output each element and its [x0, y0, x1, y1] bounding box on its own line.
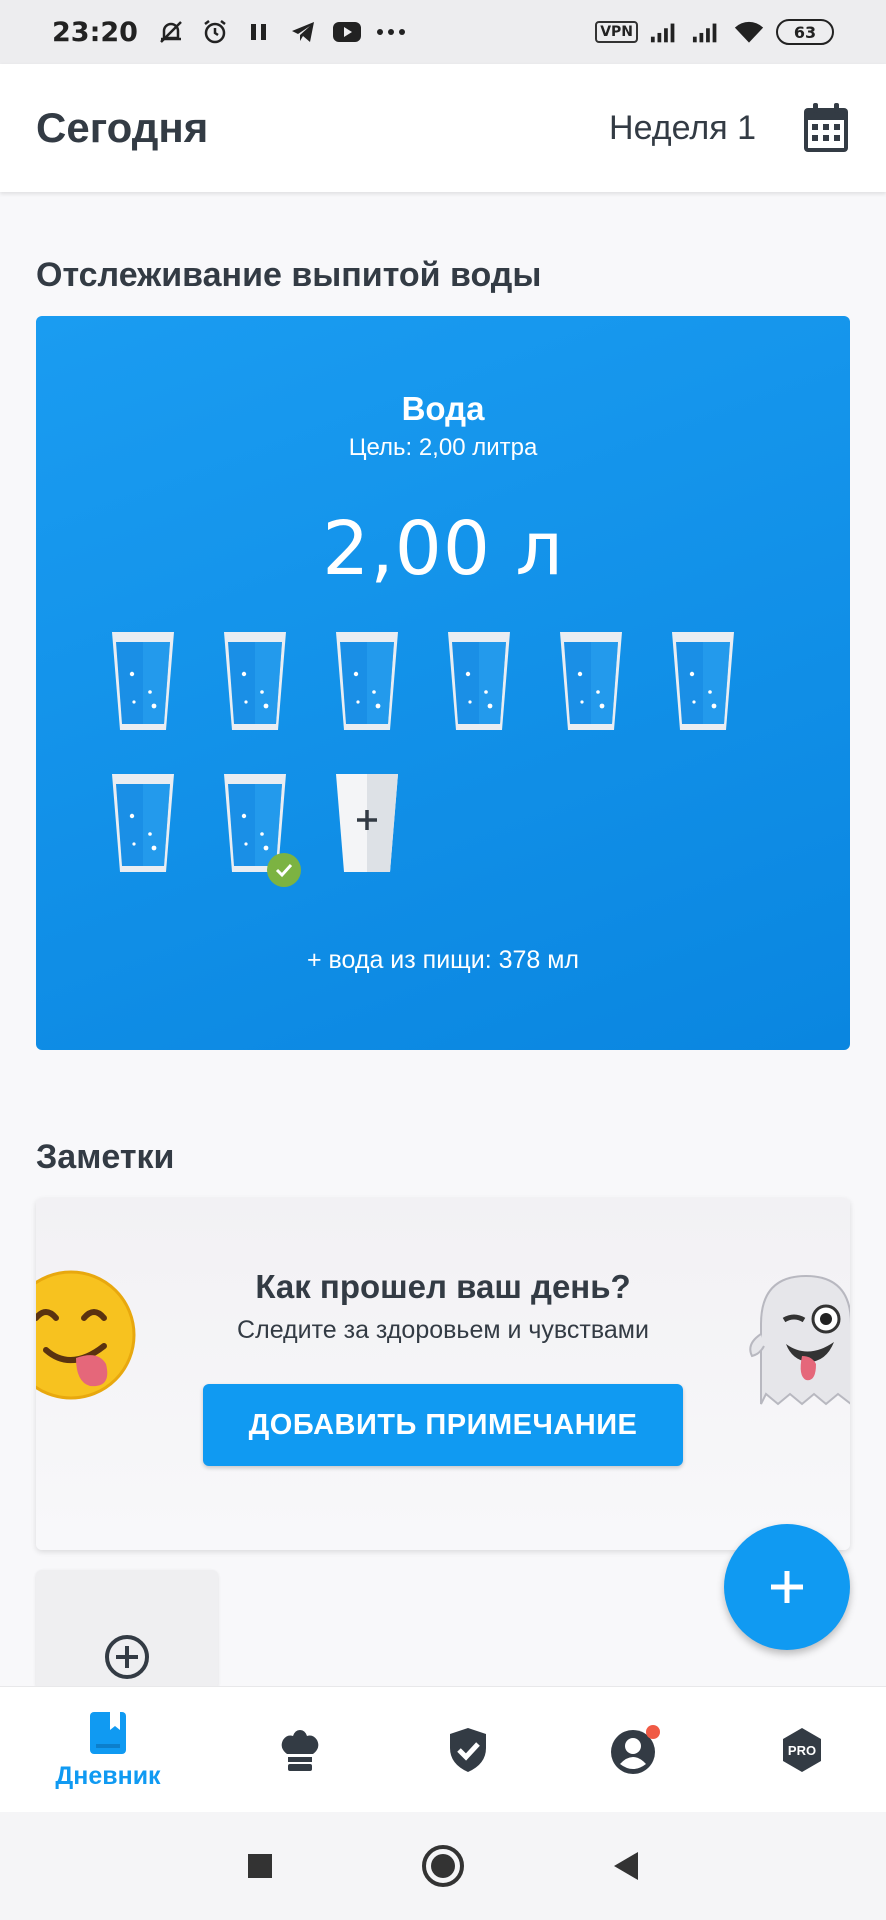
alarm-icon [200, 17, 230, 47]
water-glass-filled[interactable] [334, 630, 400, 732]
water-glass-filled[interactable] [110, 772, 176, 874]
week-selector[interactable]: Неделя 1 [609, 109, 756, 148]
system-nav-bar [0, 1812, 886, 1920]
nav-pro[interactable]: PRO [732, 1687, 872, 1813]
add-note-button[interactable]: ДОБАВИТЬ ПРИМЕЧАНИЕ [203, 1384, 683, 1466]
water-section-title: Отслеживание выпитой воды [36, 256, 542, 294]
food-water-text: + вода из пищи: 378 мл [306, 946, 580, 974]
nav-recipes[interactable] [230, 1687, 370, 1813]
nav-diary[interactable]: Дневник [38, 1687, 178, 1813]
water-tracker-card: Вода Цель: 2,00 литра 2,00 л + вода из п… [36, 316, 850, 1050]
calendar-icon[interactable] [802, 102, 850, 154]
telegram-icon [288, 17, 318, 47]
battery-indicator: 63 [776, 19, 834, 45]
water-amount: 2,00 л [322, 506, 564, 592]
notes-prompt-subtitle: Следите за здоровьем и чувствами [237, 1316, 649, 1344]
app-header: Сегодня Неделя 1 [0, 64, 886, 192]
chef-hat-icon [281, 1730, 319, 1771]
pause-icon [244, 17, 274, 47]
page-title: Сегодня [36, 104, 209, 151]
add-circle-icon [104, 1634, 150, 1680]
wifi-icon [734, 17, 764, 47]
recents-square-icon[interactable] [236, 1842, 284, 1890]
pro-icon: PRO [783, 1728, 821, 1772]
more-notifications-icon [376, 17, 406, 47]
diary-icon [90, 1711, 126, 1754]
water-goal: Цель: 2,00 литра [348, 434, 538, 461]
signal-icon-2 [692, 17, 722, 47]
signal-icon [650, 17, 680, 47]
add-glass-button[interactable] [334, 772, 400, 874]
youtube-icon [332, 17, 362, 47]
plus-icon [771, 1571, 803, 1603]
mute-bell-icon [156, 17, 186, 47]
shield-check-icon [450, 1728, 486, 1772]
status-time: 23:20 [52, 16, 138, 48]
profile-icon [611, 1725, 660, 1774]
check-badge-icon [266, 852, 302, 888]
water-glass-filled[interactable] [446, 630, 512, 732]
nav-plans[interactable] [398, 1687, 538, 1813]
nav-diary-label: Дневник [55, 1761, 161, 1790]
notes-prompt-title: Как прошел ваш день? [255, 1268, 631, 1305]
water-glass-filled[interactable] [110, 630, 176, 732]
water-glass-filled[interactable] [670, 630, 736, 732]
water-glass-filled[interactable] [558, 630, 624, 732]
notes-section-title: Заметки [36, 1138, 175, 1176]
bottom-nav: Дневник PRO [0, 1686, 886, 1812]
notes-card: Как прошел ваш день? Следите за здоровье… [36, 1198, 850, 1550]
add-fab-button[interactable] [724, 1524, 850, 1650]
ghost-emoji-icon [746, 1264, 850, 1414]
status-bar: 23:20 VPN 63 [0, 0, 886, 64]
water-glass-filled[interactable] [222, 772, 301, 887]
home-circle-icon[interactable] [419, 1842, 467, 1890]
nav-profile[interactable] [565, 1687, 705, 1813]
back-triangle-icon[interactable] [602, 1842, 650, 1890]
add-note-tile[interactable] [36, 1570, 218, 1690]
water-title: Вода [401, 390, 485, 427]
vpn-badge: VPN [595, 21, 638, 43]
pro-icon-text: PRO [788, 1743, 816, 1758]
water-glass-filled[interactable] [222, 630, 288, 732]
